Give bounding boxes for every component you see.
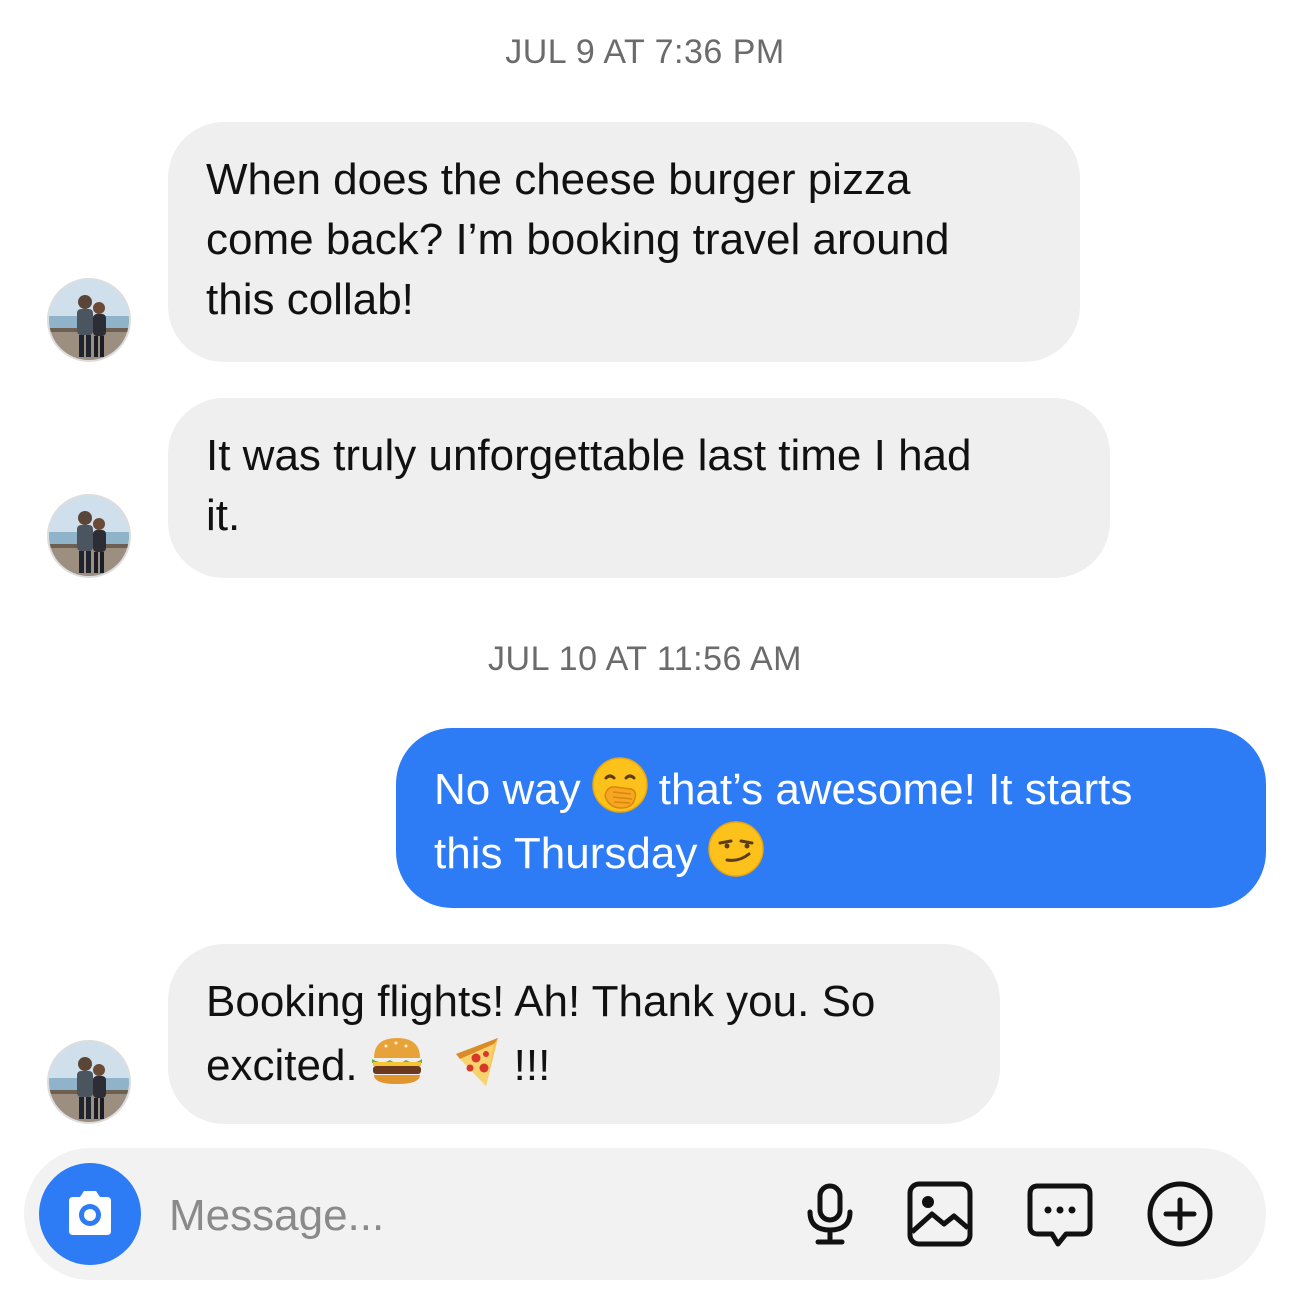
avatar-photo [49,280,129,360]
smirking-face-icon [707,820,765,878]
more-button[interactable] [1144,1178,1216,1250]
plus-circle-icon [1147,1181,1213,1247]
message-bubble-incoming[interactable]: When does the cheese burger pizza come b… [168,122,1080,362]
message-text: When does the cheese burger pizza [206,155,911,204]
hamburger-icon [368,1032,426,1090]
message-text: It was truly unforgettable last time I h… [206,431,972,480]
message-text: excited. [206,1041,358,1090]
image-icon [907,1181,973,1247]
message-text: No way [434,765,581,814]
chat-bubble-icon [1027,1183,1093,1247]
message-input[interactable] [169,1188,769,1244]
camera-icon [69,1191,111,1235]
message-line: this Thursday [434,820,1226,884]
message-line: No way that’s awesome! It starts [434,756,1226,820]
avatar[interactable] [47,278,131,362]
gallery-button[interactable] [904,1178,976,1250]
message-text: Booking flights! Ah! Thank you. So [206,977,876,1026]
timestamp: JUL 10 AT 11:56 AM [488,640,802,678]
face-with-hand-over-mouth-icon [591,756,649,814]
avatar[interactable] [47,494,131,578]
message-composer [24,1148,1266,1280]
message-text: !!! [513,1041,551,1090]
microphone-button[interactable] [794,1178,866,1250]
message-text: this collab! [206,275,414,324]
message-bubble-outgoing[interactable]: No way that’s awesome! It starts this Th… [396,728,1266,908]
message-line: excited. !!! [206,1032,964,1096]
timestamp: JUL 9 AT 7:36 PM [505,33,785,71]
avatar-photo [49,1042,129,1122]
camera-button[interactable] [39,1163,141,1265]
microphone-icon [807,1183,853,1245]
message-text: it. [206,491,241,540]
message-bubble-incoming[interactable]: It was truly unforgettable last time I h… [168,398,1110,578]
message-text: this Thursday [434,829,698,878]
message-text: come back? I’m booking travel around [206,215,950,264]
avatar-photo [49,496,129,576]
pizza-icon [446,1032,504,1090]
sticker-button[interactable] [1024,1178,1096,1250]
avatar[interactable] [47,1040,131,1124]
message-bubble-incoming[interactable]: Booking flights! Ah! Thank you. So excit… [168,944,1000,1124]
message-text: that’s awesome! It starts [658,765,1133,814]
